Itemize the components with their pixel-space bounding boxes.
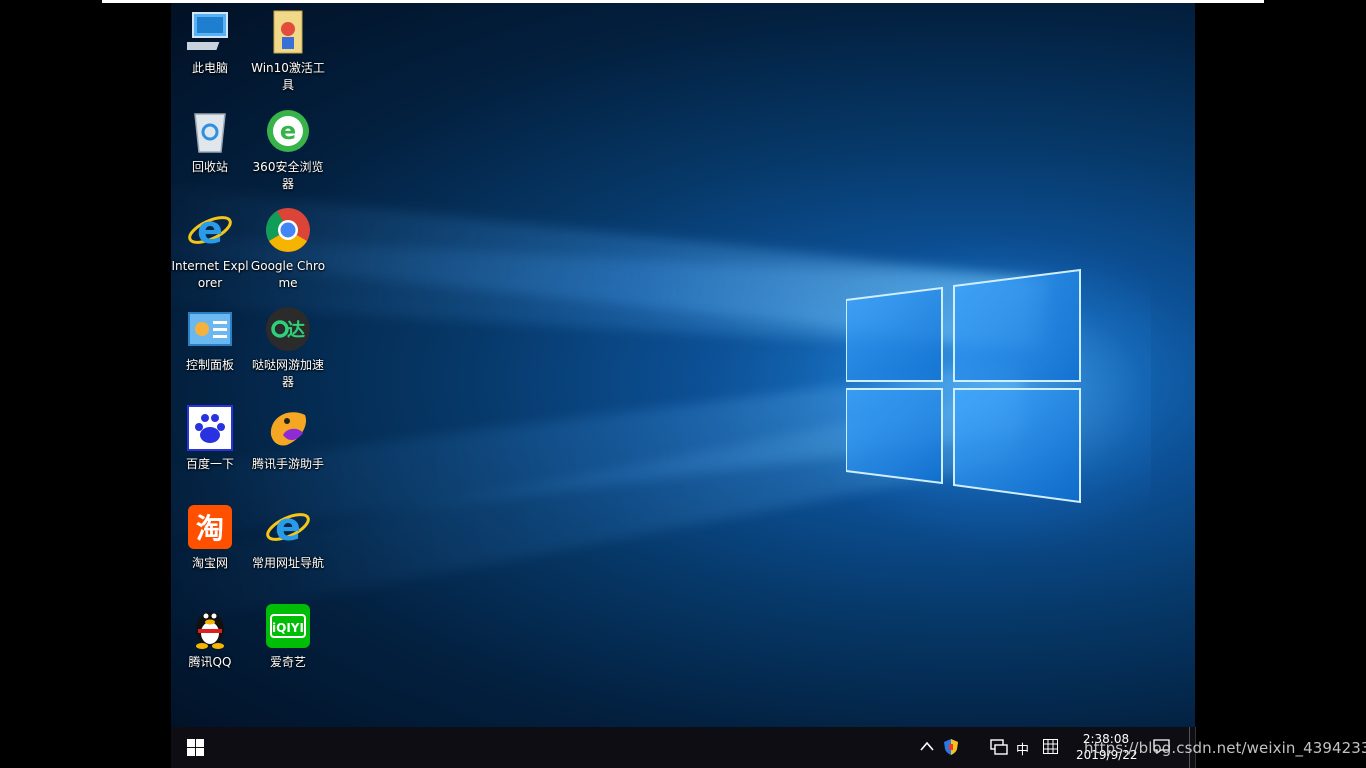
- activation-tool-icon: [264, 8, 312, 56]
- taskbar: 中 2:38:08 2019/9/22: [171, 727, 1195, 768]
- desktop-icon-internet-explorer[interactable]: e Internet Explorer: [171, 206, 249, 292]
- desktop-icon-baidu[interactable]: 百度一下: [171, 404, 249, 473]
- taobao-icon: 淘: [186, 503, 234, 551]
- svg-text:iQIYI: iQIYI: [272, 621, 304, 635]
- desktop-icon-taobao[interactable]: 淘 淘宝网: [171, 503, 249, 572]
- desktop-icon-google-chrome[interactable]: Google Chrome: [249, 206, 327, 292]
- security-tray-button[interactable]: [943, 738, 959, 760]
- keyboard-grid-icon: [1043, 739, 1058, 754]
- computer-icon: [186, 8, 234, 56]
- watermark-text: https://blog.csdn.net/weixin_43942334: [1084, 739, 1366, 757]
- desktop-icon-360-browser[interactable]: e 360安全浏览器: [249, 107, 327, 193]
- desktop-icon-this-pc[interactable]: 此电脑: [171, 8, 249, 77]
- desktop-icon-win10-activator[interactable]: Win10激活工具: [249, 8, 327, 94]
- svg-text:e: e: [197, 208, 223, 252]
- desktop-icon-iqiyi[interactable]: iQIYI 爱奇艺: [249, 602, 327, 671]
- network-monitor-icon: [990, 739, 1008, 755]
- windows-start-icon: [187, 739, 204, 756]
- internet-explorer-icon: e: [186, 206, 234, 254]
- svg-text:e: e: [275, 505, 301, 549]
- desktop-icon-web-navigation[interactable]: e 常用网址导航: [249, 503, 327, 572]
- svg-text:e: e: [280, 117, 296, 145]
- network-tray-button[interactable]: [990, 739, 1008, 759]
- web-navigation-icon: e: [264, 503, 312, 551]
- desktop-icon-dada-accelerator[interactable]: 达 哒哒网游加速器: [249, 305, 327, 391]
- svg-text:淘: 淘: [196, 512, 224, 545]
- shield-icon: [944, 739, 958, 755]
- browser-360-icon: e: [264, 107, 312, 155]
- baidu-paw-icon: [186, 404, 234, 452]
- desktop-icon-control-panel[interactable]: 控制面板: [171, 305, 249, 374]
- dada-accelerator-icon: 达: [264, 305, 312, 353]
- svg-text:达: 达: [287, 319, 305, 341]
- tencent-game-assistant-icon: [264, 404, 312, 452]
- desktop-icon-qq[interactable]: 腾讯QQ: [171, 602, 249, 671]
- ime-mode-button[interactable]: [1043, 739, 1058, 758]
- desktop-icon-tencent-game-assistant[interactable]: 腾讯手游助手: [249, 404, 327, 473]
- chevron-up-icon: [920, 741, 934, 751]
- qq-penguin-icon: [186, 602, 234, 650]
- recycle-bin-icon: [186, 107, 234, 155]
- chrome-icon: [264, 206, 312, 254]
- desktop-icon-recycle-bin[interactable]: 回收站: [171, 107, 249, 176]
- start-button[interactable]: [187, 739, 204, 760]
- show-hidden-icons-button[interactable]: [920, 740, 934, 755]
- windows-logo-wallpaper: [846, 268, 1081, 504]
- ime-language-button[interactable]: 中: [1016, 739, 1029, 758]
- iqiyi-icon: iQIYI: [264, 602, 312, 650]
- control-panel-icon: [186, 305, 234, 353]
